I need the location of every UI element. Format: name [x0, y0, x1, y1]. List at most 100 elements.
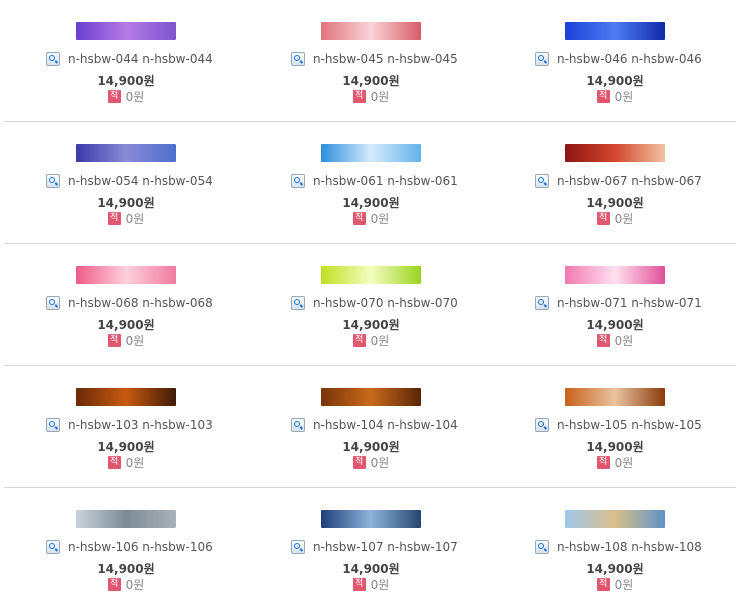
- zoom-icon[interactable]: [535, 296, 549, 310]
- product-name-link[interactable]: n-hsbw-103 n-hsbw-103: [68, 418, 213, 432]
- product-name-row: n-hsbw-103 n-hsbw-103: [46, 416, 213, 434]
- points-badge-icon: 적: [352, 90, 366, 103]
- points-badge-icon: 적: [596, 90, 610, 103]
- zoom-icon[interactable]: [46, 418, 60, 432]
- product-thumbnail[interactable]: [321, 144, 421, 162]
- product-card: n-hsbw-068 n-hsbw-068 14,900원 적 0원: [0, 244, 245, 366]
- product-price: 14,900원: [97, 562, 155, 576]
- product-name-link[interactable]: n-hsbw-068 n-hsbw-068: [68, 296, 213, 310]
- product-name-row: n-hsbw-071 n-hsbw-071: [535, 294, 702, 312]
- product-row: n-hsbw-103 n-hsbw-103 14,900원적 0원 n-hsbw-10…: [0, 366, 740, 488]
- product-price: 14,900원: [586, 318, 644, 332]
- product-name-row: n-hsbw-046 n-hsbw-046: [535, 50, 702, 68]
- product-card: n-hsbw-046 n-hsbw-046 14,900원 적 0원: [490, 0, 735, 122]
- product-thumbnail[interactable]: [565, 266, 665, 284]
- zoom-icon[interactable]: [291, 174, 305, 188]
- product-name-link[interactable]: n-hsbw-070 n-hsbw-070: [313, 296, 458, 310]
- zoom-icon[interactable]: [46, 52, 60, 66]
- points-value: 0원: [125, 212, 145, 226]
- product-name-link[interactable]: n-hsbw-054 n-hsbw-054: [68, 174, 213, 188]
- product-price: 14,900원: [342, 440, 400, 454]
- product-name-link[interactable]: n-hsbw-045 n-hsbw-045: [313, 52, 458, 66]
- product-price: 14,900원: [342, 562, 400, 576]
- reward-points: 적 0원: [565, 576, 665, 593]
- product-thumbnail[interactable]: [565, 388, 665, 406]
- product-name-link[interactable]: n-hsbw-061 n-hsbw-061: [313, 174, 458, 188]
- product-thumbnail[interactable]: [76, 510, 176, 528]
- product-thumbnail[interactable]: [565, 22, 665, 40]
- product-name-link[interactable]: n-hsbw-106 n-hsbw-106: [68, 540, 213, 554]
- row-divider: [4, 365, 736, 366]
- points-value: 0원: [370, 90, 390, 104]
- product-name-link[interactable]: n-hsbw-104 n-hsbw-104: [313, 418, 458, 432]
- product-thumbnail[interactable]: [565, 510, 665, 528]
- zoom-icon[interactable]: [291, 540, 305, 554]
- product-name-link[interactable]: n-hsbw-105 n-hsbw-105: [557, 418, 702, 432]
- product-thumbnail[interactable]: [321, 388, 421, 406]
- product-row: n-hsbw-044 n-hsbw-044 14,900원적 0원 n-hsbw-04…: [0, 0, 740, 122]
- zoom-icon[interactable]: [46, 296, 60, 310]
- reward-points: 적 0원: [321, 88, 421, 105]
- product-name-row: n-hsbw-108 n-hsbw-108: [535, 538, 702, 556]
- product-row: n-hsbw-054 n-hsbw-054 14,900원적 0원 n-hsbw-06…: [0, 122, 740, 244]
- reward-points: 적 0원: [76, 332, 176, 349]
- product-name-row: n-hsbw-054 n-hsbw-054: [46, 172, 213, 190]
- product-thumbnail[interactable]: [321, 22, 421, 40]
- zoom-icon[interactable]: [46, 174, 60, 188]
- product-row: n-hsbw-068 n-hsbw-068 14,900원 적 0원 n-hsbw-07…: [0, 244, 740, 366]
- product-name-link[interactable]: n-hsbw-067 n-hsbw-067: [557, 174, 702, 188]
- reward-points: 적 0원: [76, 576, 176, 593]
- product-name-row: n-hsbw-106 n-hsbw-106: [46, 538, 213, 556]
- product-grid: n-hsbw-044 n-hsbw-044 14,900원 적 0원 n-hsbw-04…: [0, 0, 740, 605]
- product-card: n-hsbw-071 n-hsbw-071 14,900원 적 0원: [490, 244, 735, 366]
- product-card: n-hsbw-103 n-hsbw-103 14,900원 적 0원: [0, 366, 245, 488]
- product-price: 14,900원: [586, 74, 644, 88]
- product-price: 14,900원: [342, 318, 400, 332]
- product-card: n-hsbw-106 n-hsbw-106 14,900원 적 0원: [0, 488, 245, 610]
- product-price: 14,900원: [97, 74, 155, 88]
- row-divider: [4, 243, 736, 244]
- product-card: n-hsbw-054 n-hsbw-054 14,900원적 0원: [0, 122, 245, 244]
- zoom-icon[interactable]: [535, 418, 549, 432]
- product-thumbnail[interactable]: [76, 144, 176, 162]
- zoom-icon[interactable]: [291, 52, 305, 66]
- product-thumbnail[interactable]: [565, 144, 665, 162]
- product-name-row: n-hsbw-067 n-hsbw-067: [535, 172, 702, 190]
- product-card: n-hsbw-070 n-hsbw-070 14,900원 적 0원: [245, 244, 490, 366]
- product-thumbnail[interactable]: [321, 510, 421, 528]
- row-divider: [4, 121, 736, 122]
- points-badge-icon: 적: [107, 90, 121, 103]
- points-badge-icon: 적: [107, 212, 121, 225]
- points-value: 0원: [370, 212, 390, 226]
- zoom-icon[interactable]: [535, 540, 549, 554]
- product-price: 14,900원: [342, 74, 400, 88]
- points-badge-icon: 적: [107, 578, 121, 591]
- product-price: 14,900원: [97, 440, 155, 454]
- points-value: 0원: [370, 334, 390, 348]
- product-name-link[interactable]: n-hsbw-107 n-hsbw-107: [313, 540, 458, 554]
- points-badge-icon: 적: [596, 456, 610, 469]
- product-name-link[interactable]: n-hsbw-071 n-hsbw-071: [557, 296, 702, 310]
- product-name-link[interactable]: n-hsbw-108 n-hsbw-108: [557, 540, 702, 554]
- row-divider: [4, 487, 736, 488]
- zoom-icon[interactable]: [46, 540, 60, 554]
- reward-points: 적 0원: [321, 576, 421, 593]
- zoom-icon[interactable]: [535, 52, 549, 66]
- points-value: 0원: [125, 456, 145, 470]
- zoom-icon[interactable]: [291, 418, 305, 432]
- product-price: 14,900원: [586, 562, 644, 576]
- product-thumbnail[interactable]: [321, 266, 421, 284]
- product-name-row: n-hsbw-104 n-hsbw-104: [291, 416, 458, 434]
- product-card: n-hsbw-067 n-hsbw-067 14,900원 적 0원: [490, 122, 735, 244]
- product-thumbnail[interactable]: [76, 388, 176, 406]
- product-thumbnail[interactable]: [76, 22, 176, 40]
- product-price: 14,900원: [97, 196, 155, 210]
- product-thumbnail[interactable]: [76, 266, 176, 284]
- product-name-link[interactable]: n-hsbw-046 n-hsbw-046: [557, 52, 702, 66]
- product-name-row: n-hsbw-061 n-hsbw-061: [291, 172, 458, 190]
- points-badge-icon: 적: [596, 578, 610, 591]
- zoom-icon[interactable]: [291, 296, 305, 310]
- reward-points: 적 0원: [76, 88, 176, 105]
- product-name-link[interactable]: n-hsbw-044 n-hsbw-044: [68, 52, 213, 66]
- zoom-icon[interactable]: [535, 174, 549, 188]
